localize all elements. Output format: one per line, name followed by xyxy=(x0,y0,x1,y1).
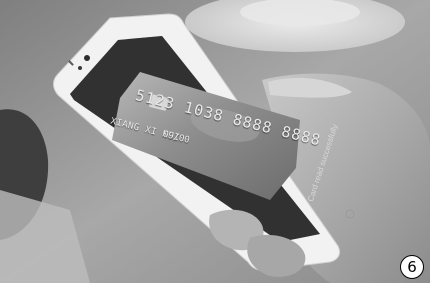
card-expiry: 09/00 xyxy=(161,129,191,146)
front-camera xyxy=(84,55,90,61)
photo-scene: 5123 1038 8888 8888 XIANG XI KUI 09/00 C… xyxy=(0,0,430,283)
sensor xyxy=(78,66,82,70)
figure-number-badge: 6 xyxy=(400,255,424,279)
